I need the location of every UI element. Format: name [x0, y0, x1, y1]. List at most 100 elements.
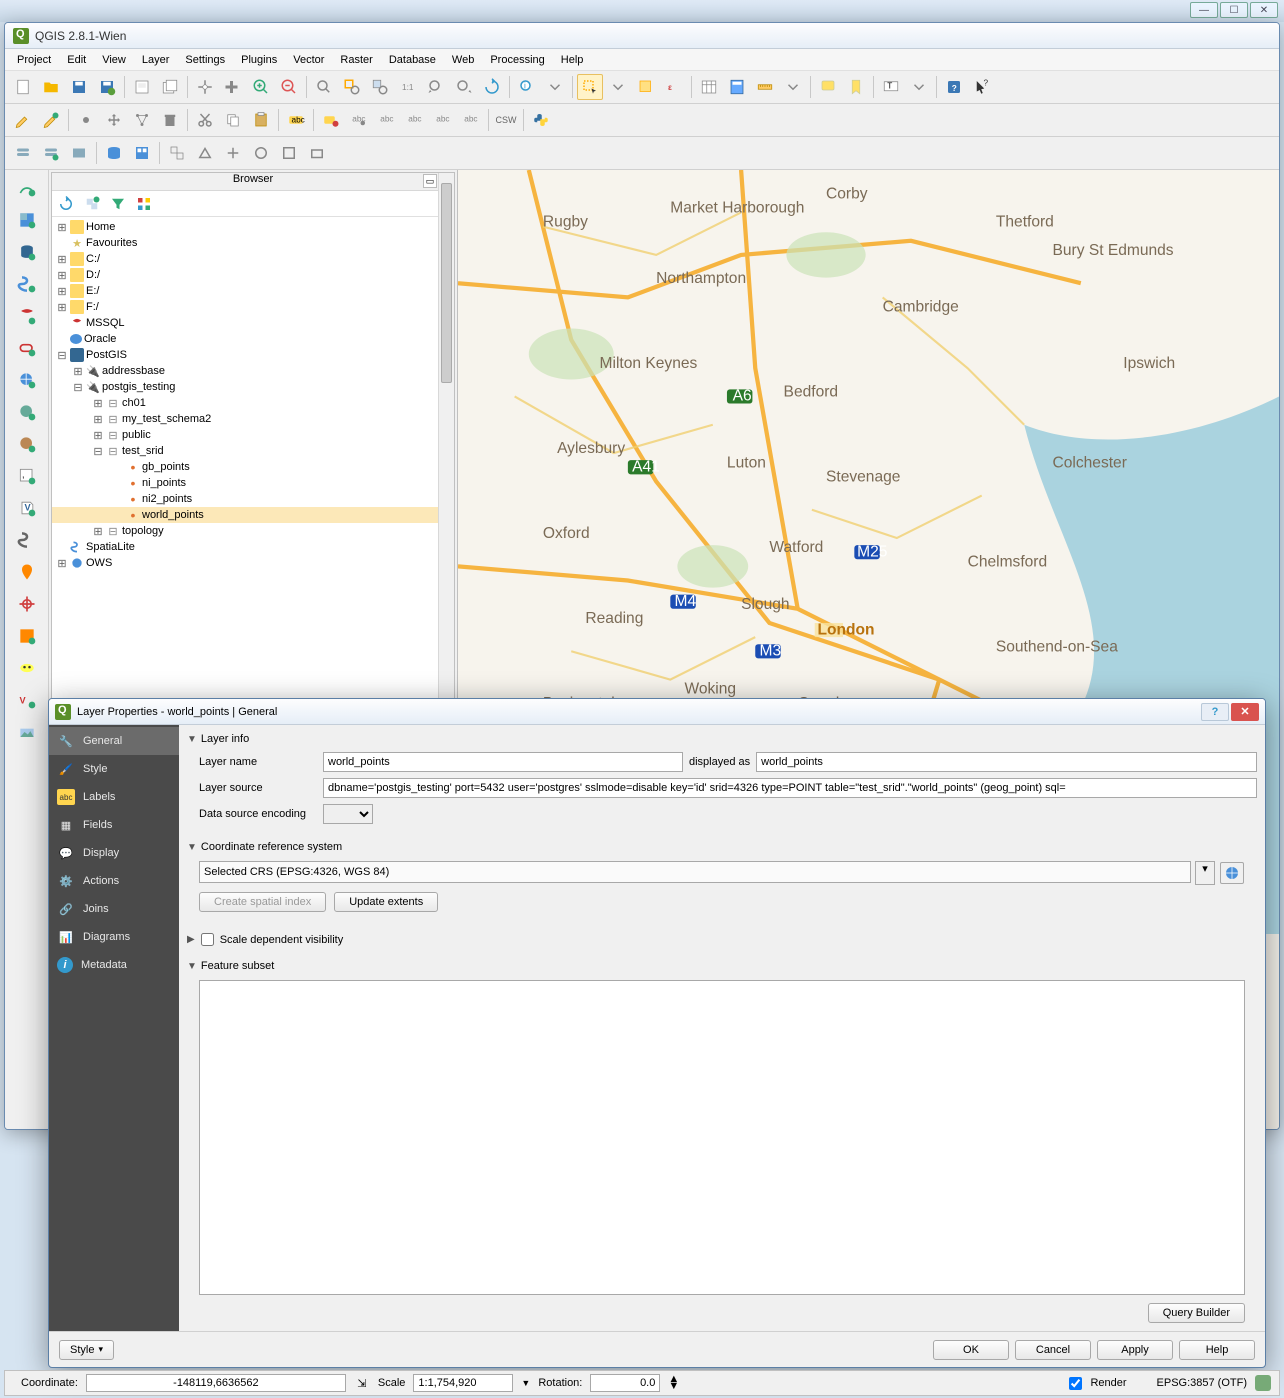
sidebar-item-display[interactable]: 💬Display — [49, 839, 179, 867]
crs-label[interactable]: EPSG:3857 (OTF) — [1157, 1377, 1247, 1389]
db-tool-4[interactable] — [101, 140, 127, 166]
add-feature-button[interactable] — [73, 107, 99, 133]
delete-selected-button[interactable] — [157, 107, 183, 133]
refresh-button[interactable] — [479, 74, 505, 100]
scale-input[interactable] — [413, 1374, 513, 1392]
whats-this-button[interactable]: ? — [969, 74, 995, 100]
render-checkbox[interactable] — [1069, 1377, 1082, 1390]
new-spatialite-button[interactable] — [11, 527, 43, 553]
new-shapefile-button[interactable]: V — [11, 495, 43, 521]
save-project-button[interactable] — [66, 74, 92, 100]
label-change-button[interactable]: abc — [458, 107, 484, 133]
print-composer-button[interactable] — [129, 74, 155, 100]
toggle-editing-button[interactable] — [10, 107, 36, 133]
annotation-dropdown[interactable] — [906, 74, 932, 100]
tree-oracle[interactable]: Oracle — [52, 331, 454, 347]
identify-dropdown[interactable] — [542, 74, 568, 100]
menu-web[interactable]: Web — [444, 52, 482, 68]
measure-button[interactable] — [752, 74, 778, 100]
add-spatialite-layer-button[interactable] — [11, 271, 43, 297]
add-wcs-layer-button[interactable] — [11, 399, 43, 425]
deselect-button[interactable] — [633, 74, 659, 100]
dialog-titlebar[interactable]: Layer Properties - world_points | Genera… — [49, 699, 1265, 725]
tree-addressbase[interactable]: ⊞🔌addressbase — [52, 363, 454, 379]
select-features-button[interactable] — [577, 74, 603, 100]
menu-database[interactable]: Database — [381, 52, 444, 68]
tree-ch01[interactable]: ⊞ch01 — [52, 395, 454, 411]
scale-dropdown-button[interactable]: ▼ — [521, 1378, 530, 1388]
label-highlight-button[interactable] — [318, 107, 344, 133]
tree-test-srid[interactable]: ⊟test_srid — [52, 443, 454, 459]
crs-value-input[interactable] — [199, 861, 1191, 883]
help-button[interactable]: Help — [1179, 1340, 1255, 1360]
cut-button[interactable] — [192, 107, 218, 133]
tree-ows[interactable]: ⊞OWS — [52, 555, 454, 571]
coord-capture-button[interactable] — [11, 591, 43, 617]
add-oracle-layer-button[interactable] — [11, 335, 43, 361]
add-wms-layer-button[interactable] — [11, 367, 43, 393]
browser-refresh-button[interactable] — [55, 193, 77, 215]
save-as-button[interactable] — [94, 74, 120, 100]
tree-ni2-points[interactable]: ni2_points — [52, 491, 454, 507]
topo-tool-5[interactable] — [276, 140, 302, 166]
os-close-button[interactable]: ✕ — [1250, 2, 1278, 18]
tree-my-test-schema2[interactable]: ⊞my_test_schema2 — [52, 411, 454, 427]
section-scale-visibility[interactable]: ▶Scale dependent visibility — [187, 929, 1257, 950]
plugin-tool-1[interactable] — [11, 623, 43, 649]
tree-topology[interactable]: ⊞topology — [52, 523, 454, 539]
menu-view[interactable]: View — [94, 52, 134, 68]
tree-postgis[interactable]: ⊟PostGIS — [52, 347, 454, 363]
ok-button[interactable]: OK — [933, 1340, 1009, 1360]
messages-button[interactable] — [1255, 1375, 1271, 1391]
pan-to-selection-button[interactable] — [220, 74, 246, 100]
section-layer-info[interactable]: ▼Layer info — [187, 729, 1257, 749]
paste-button[interactable] — [248, 107, 274, 133]
measure-dropdown[interactable] — [780, 74, 806, 100]
label-pin-button[interactable]: abc — [346, 107, 372, 133]
label-move-button[interactable]: abc — [402, 107, 428, 133]
tree-mssql[interactable]: MSSQL — [52, 315, 454, 331]
plugin-tool-2[interactable] — [11, 655, 43, 681]
feature-subset-textarea[interactable] — [199, 980, 1245, 1295]
tree-ni-points[interactable]: ni_points — [52, 475, 454, 491]
zoom-full-button[interactable] — [311, 74, 337, 100]
sidebar-item-style[interactable]: 🖌️Style — [49, 755, 179, 783]
db-tool-2[interactable] — [38, 140, 64, 166]
save-edits-button[interactable] — [38, 107, 64, 133]
query-builder-button[interactable]: Query Builder — [1148, 1303, 1245, 1323]
label-show-button[interactable]: abc — [374, 107, 400, 133]
tree-drive-f[interactable]: ⊞F:/ — [52, 299, 454, 315]
update-extents-button[interactable]: Update extents — [334, 892, 438, 912]
displayed-as-input[interactable] — [756, 752, 1257, 772]
rotation-spinner[interactable]: ▲▼ — [668, 1376, 679, 1390]
zoom-last-button[interactable] — [423, 74, 449, 100]
window-titlebar[interactable]: QGIS 2.8.1-Wien — [5, 23, 1279, 49]
menu-plugins[interactable]: Plugins — [233, 52, 285, 68]
zoom-native-button[interactable]: 1:1 — [395, 74, 421, 100]
menu-raster[interactable]: Raster — [332, 52, 380, 68]
python-console-button[interactable] — [528, 107, 554, 133]
coordinate-input[interactable] — [86, 1374, 346, 1392]
add-mssql-layer-button[interactable] — [11, 303, 43, 329]
plugin-tool-3[interactable]: V — [11, 687, 43, 713]
tree-favourites[interactable]: Favourites — [52, 235, 454, 251]
tree-drive-e[interactable]: ⊞E:/ — [52, 283, 454, 299]
dialog-close-button[interactable]: ✕ — [1231, 703, 1259, 721]
move-feature-button[interactable] — [101, 107, 127, 133]
tree-world-points[interactable]: world_points — [52, 507, 454, 523]
plugin-tool-4[interactable] — [11, 719, 43, 745]
menu-edit[interactable]: Edit — [59, 52, 94, 68]
browser-add-button[interactable] — [81, 193, 103, 215]
menu-processing[interactable]: Processing — [482, 52, 552, 68]
add-vector-layer-button[interactable] — [11, 175, 43, 201]
tree-spatialite[interactable]: SpatiaLite — [52, 539, 454, 555]
crs-picker-button[interactable] — [1220, 862, 1244, 884]
new-project-button[interactable] — [10, 74, 36, 100]
zoom-out-button[interactable] — [276, 74, 302, 100]
menu-help[interactable]: Help — [553, 52, 592, 68]
db-tool-1[interactable] — [10, 140, 36, 166]
tree-public[interactable]: ⊞public — [52, 427, 454, 443]
zoom-to-selection-button[interactable] — [339, 74, 365, 100]
node-tool-button[interactable] — [129, 107, 155, 133]
apply-button[interactable]: Apply — [1097, 1340, 1173, 1360]
